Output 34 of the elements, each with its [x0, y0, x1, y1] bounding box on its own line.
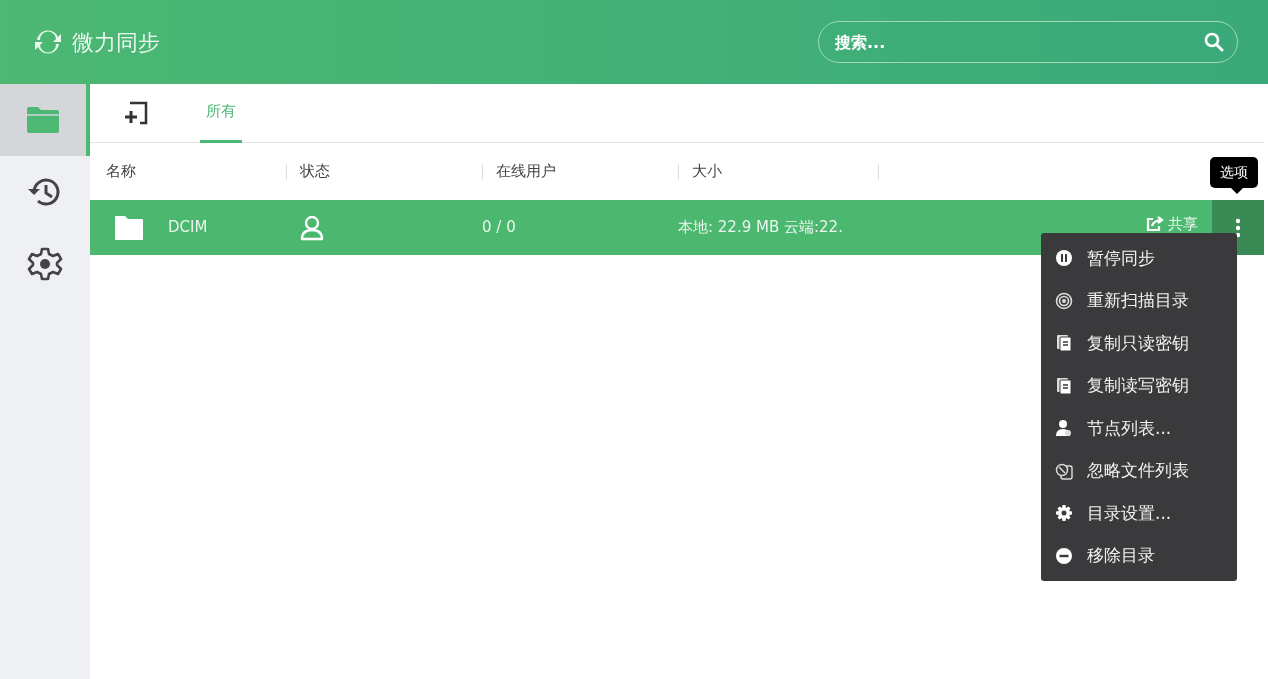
user-icon [300, 214, 324, 241]
column-header: 状态 [300, 162, 330, 181]
column-header: 在线用户 [496, 162, 556, 181]
column-header: 大小 [692, 162, 722, 181]
pause-icon [1055, 249, 1073, 268]
tooltip-arrow [1230, 187, 1244, 194]
menu-item[interactable]: 忽略文件列表 [1041, 449, 1237, 492]
gear-icon [1055, 504, 1073, 523]
copy-icon [1055, 376, 1073, 395]
minus-circle-icon [1055, 546, 1073, 565]
settings-icon [27, 246, 63, 282]
folder-name: DCIM [168, 217, 208, 239]
users-icon [1055, 419, 1073, 438]
app-title: 微力同步 [72, 28, 160, 57]
ignore-file-icon [1055, 461, 1073, 480]
column-header: 名称 [106, 162, 136, 181]
share-icon [1146, 216, 1164, 233]
search-icon [1204, 32, 1224, 52]
menu-item[interactable]: 重新扫描目录 [1041, 279, 1237, 322]
menu-item[interactable]: 复制读写密钥 [1041, 364, 1237, 407]
add-folder-button[interactable] [122, 99, 150, 127]
folder-icon [114, 214, 144, 241]
target-icon [1055, 291, 1073, 310]
kebab-icon [1235, 217, 1241, 238]
menu-item[interactable]: 移除目录 [1041, 534, 1237, 577]
online-count: 0 / 0 [482, 218, 516, 237]
tooltip: 选项 [1210, 157, 1258, 188]
search-field[interactable]: 搜索... [818, 21, 1238, 63]
menu-item[interactable]: 复制只读密钥 [1041, 322, 1237, 365]
size-text: 本地: 22.9 MB 云端:22. [678, 218, 843, 237]
menu-item[interactable]: 节点列表... [1041, 407, 1237, 450]
folder-icon [26, 106, 60, 134]
menu-item[interactable]: 目录设置... [1041, 492, 1237, 535]
copy-icon [1055, 334, 1073, 353]
